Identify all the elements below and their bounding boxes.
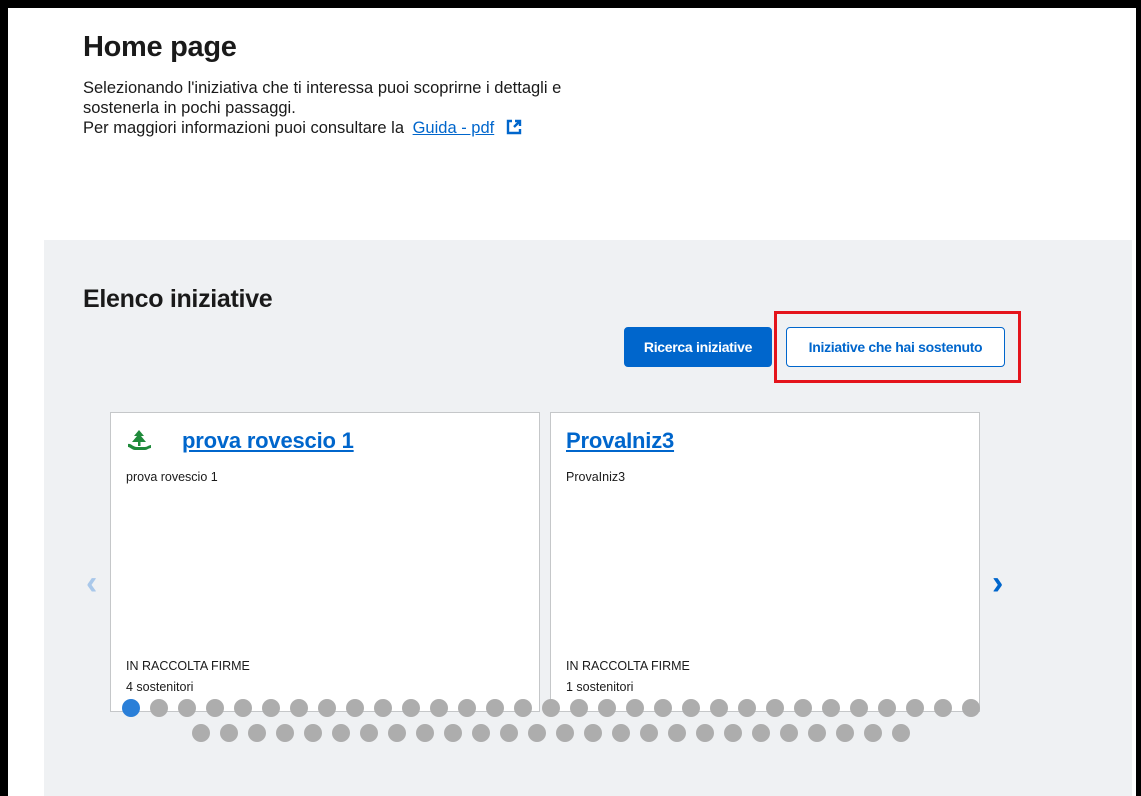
page-title: Home page	[83, 31, 237, 63]
initiative-card[interactable]: prova rovescio 1 prova rovescio 1 IN RAC…	[110, 412, 540, 712]
carousel-dot[interactable]	[276, 724, 294, 742]
carousel-dot[interactable]	[962, 699, 980, 717]
carousel-dot[interactable]	[836, 724, 854, 742]
external-link-icon[interactable]	[505, 118, 523, 141]
carousel-next-arrow[interactable]: ›	[992, 566, 1003, 600]
carousel-dot[interactable]	[416, 724, 434, 742]
carousel-dot[interactable]	[500, 724, 518, 742]
carousel-dot[interactable]	[710, 699, 728, 717]
carousel-dot[interactable]	[234, 699, 252, 717]
guide-prefix: Per maggiori informazioni puoi consultar…	[83, 119, 404, 137]
carousel-dot[interactable]	[850, 699, 868, 717]
card-description: prova rovescio 1	[126, 470, 218, 484]
carousel-dot[interactable]	[794, 699, 812, 717]
carousel-dot[interactable]	[738, 699, 756, 717]
carousel-dot[interactable]	[402, 699, 420, 717]
carousel-dot[interactable]	[598, 699, 616, 717]
carousel-dot[interactable]	[612, 724, 630, 742]
card-title-link[interactable]: ProvaIniz3	[566, 428, 674, 454]
card-title-link[interactable]: prova rovescio 1	[182, 428, 354, 454]
carousel-dot[interactable]	[374, 699, 392, 717]
carousel-pagination	[116, 699, 986, 742]
carousel-dot[interactable]	[542, 699, 560, 717]
initiatives-section: Elenco iniziative Ricerca iniziative Ini…	[44, 240, 1132, 796]
carousel-dot[interactable]	[934, 699, 952, 717]
carousel-dot[interactable]	[318, 699, 336, 717]
carousel-dot[interactable]	[682, 699, 700, 717]
carousel-dot[interactable]	[640, 724, 658, 742]
carousel-dot[interactable]	[892, 724, 910, 742]
carousel-dot[interactable]	[864, 724, 882, 742]
card-header: ProvaIniz3	[566, 428, 674, 454]
card-status: IN RACCOLTA FIRME	[126, 659, 250, 673]
card-description: ProvaIniz3	[566, 470, 626, 484]
card-status: IN RACCOLTA FIRME	[566, 659, 690, 673]
carousel-dot[interactable]	[304, 724, 322, 742]
description-line: Per maggiori informazioni puoi consultar…	[83, 118, 783, 141]
carousel-dot[interactable]	[486, 699, 504, 717]
carousel-dot[interactable]	[150, 699, 168, 717]
carousel-dot[interactable]	[724, 724, 742, 742]
carousel-dot[interactable]	[808, 724, 826, 742]
section-title: Elenco iniziative	[83, 285, 273, 313]
carousel-dot[interactable]	[178, 699, 196, 717]
search-initiatives-button[interactable]: Ricerca iniziative	[624, 327, 772, 367]
category-icon	[126, 428, 152, 454]
carousel-dot[interactable]	[192, 724, 210, 742]
card-supporters: 4 sostenitori	[126, 680, 194, 694]
carousel-dot[interactable]	[430, 699, 448, 717]
carousel-dot[interactable]	[878, 699, 896, 717]
carousel-dot[interactable]	[332, 724, 350, 742]
carousel-dot[interactable]	[780, 724, 798, 742]
carousel-dot[interactable]	[556, 724, 574, 742]
highlight-box	[774, 311, 1021, 383]
guide-pdf-link[interactable]: Guida - pdf	[413, 119, 495, 137]
carousel-dot[interactable]	[654, 699, 672, 717]
carousel-dot[interactable]	[472, 724, 490, 742]
carousel-dot[interactable]	[752, 724, 770, 742]
intro: Home page Selezionando l'iniziativa che …	[83, 30, 783, 141]
carousel-dot[interactable]	[248, 724, 266, 742]
card-supporters: 1 sostenitori	[566, 680, 634, 694]
carousel-dot[interactable]	[696, 724, 714, 742]
carousel-dot[interactable]	[458, 699, 476, 717]
carousel-dot[interactable]	[388, 724, 406, 742]
carousel-dot[interactable]	[206, 699, 224, 717]
carousel-dot[interactable]	[290, 699, 308, 717]
carousel-dot[interactable]	[906, 699, 924, 717]
carousel-dot[interactable]	[822, 699, 840, 717]
carousel-dot[interactable]	[626, 699, 644, 717]
carousel-dot[interactable]	[584, 724, 602, 742]
carousel-dot[interactable]	[122, 699, 140, 717]
carousel-dot[interactable]	[220, 724, 238, 742]
carousel-dot[interactable]	[444, 724, 462, 742]
carousel-dot[interactable]	[360, 724, 378, 742]
page: Home page Selezionando l'iniziativa che …	[8, 8, 1136, 796]
initiative-card[interactable]: ProvaIniz3 ProvaIniz3 IN RACCOLTA FIRME …	[550, 412, 980, 712]
carousel-dot[interactable]	[262, 699, 280, 717]
carousel-dot[interactable]	[668, 724, 686, 742]
description-line: Selezionando l'iniziativa che ti interes…	[83, 79, 562, 97]
carousel-dot[interactable]	[346, 699, 364, 717]
intro-description: Selezionando l'iniziativa che ti interes…	[83, 78, 783, 141]
carousel-dot[interactable]	[514, 699, 532, 717]
carousel-dot[interactable]	[528, 724, 546, 742]
carousel-dot[interactable]	[570, 699, 588, 717]
description-line: sostenerla in pochi passaggi.	[83, 99, 296, 117]
carousel-prev-arrow[interactable]: ‹	[86, 566, 97, 600]
card-header: prova rovescio 1	[126, 428, 354, 454]
carousel-dot[interactable]	[766, 699, 784, 717]
